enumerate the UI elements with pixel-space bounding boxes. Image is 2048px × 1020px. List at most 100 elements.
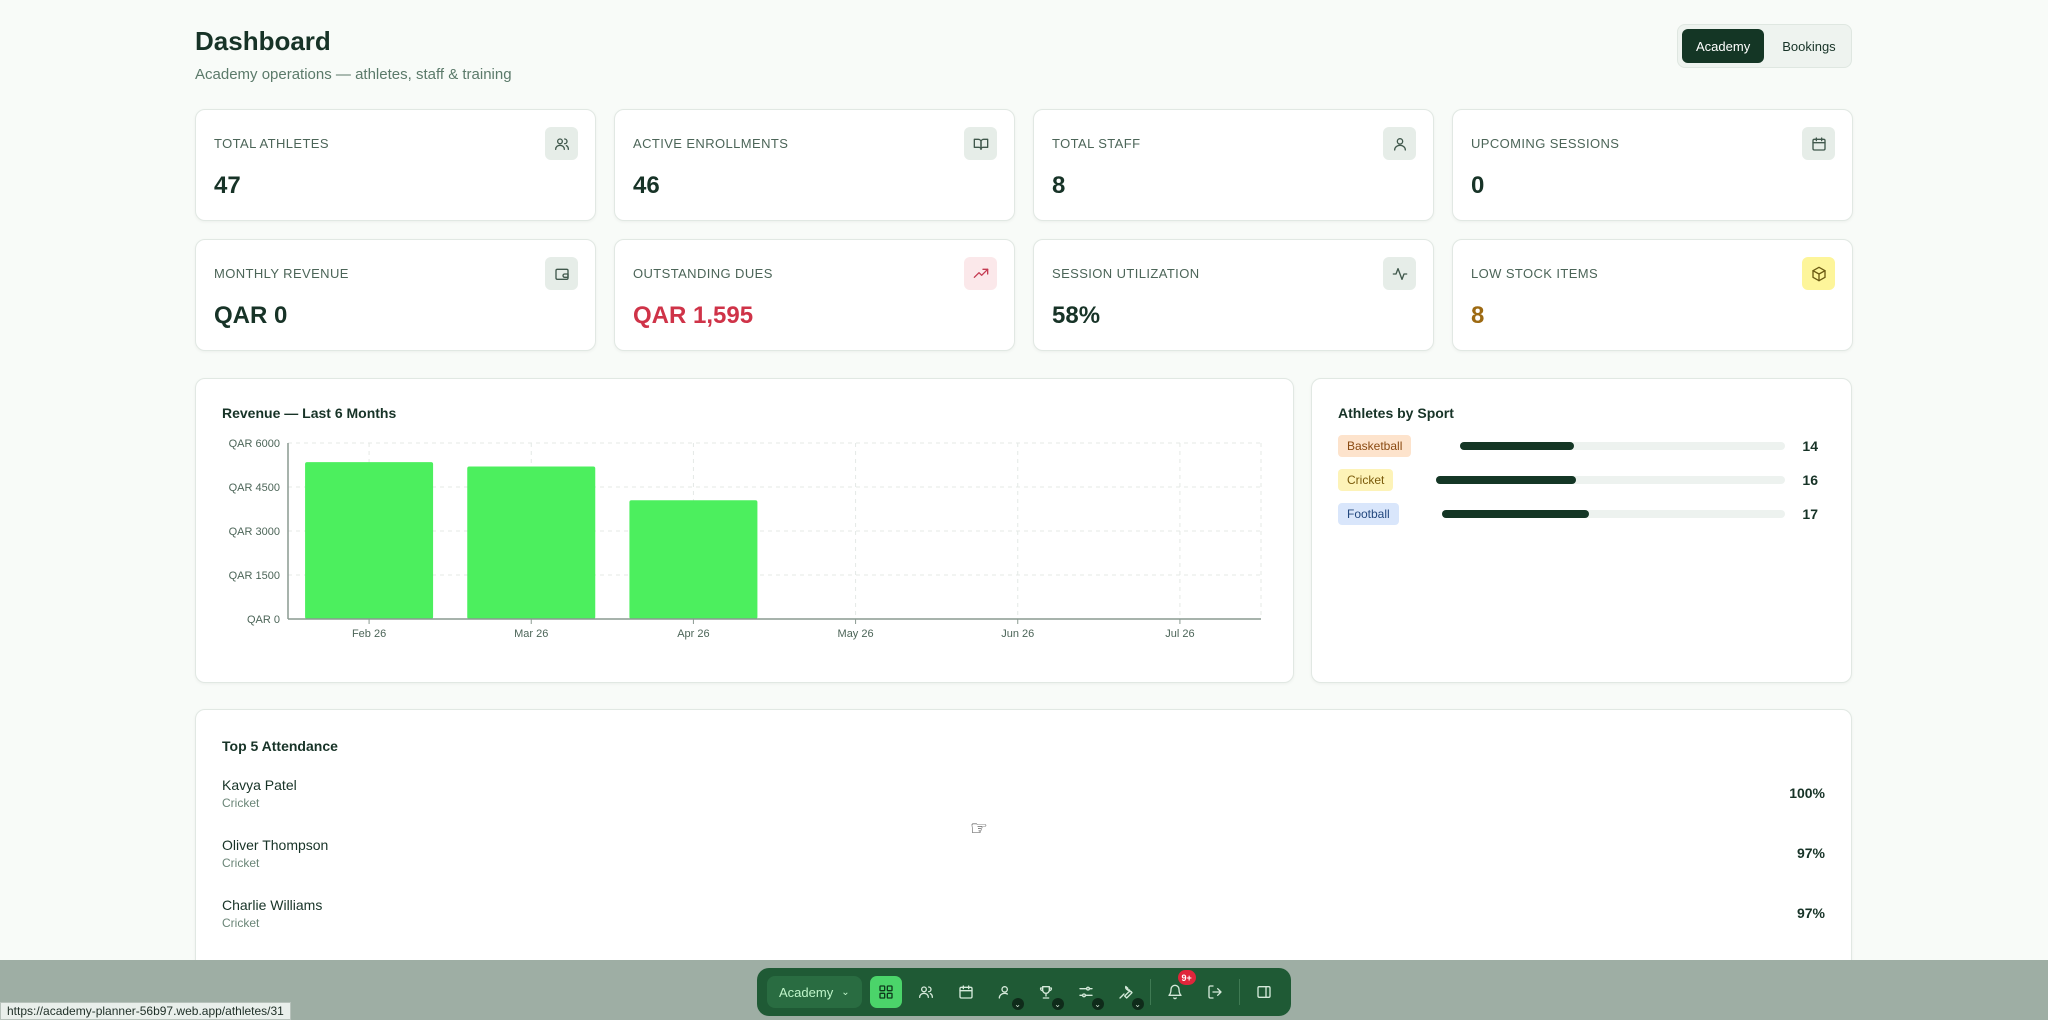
y-tick-label: QAR 6000 — [229, 438, 280, 450]
stat-value: 58% — [1052, 302, 1101, 329]
stat-value: 0 — [1471, 172, 1485, 199]
sport-track — [1460, 442, 1785, 450]
athlete-sport: Cricket — [222, 856, 260, 870]
users-icon — [545, 127, 578, 160]
dock-tools-button[interactable]: ⌄ — [1110, 976, 1144, 1010]
x-tick-label: Feb 26 — [352, 628, 386, 640]
attendance-percent: 97% — [1796, 845, 1825, 861]
stat-label: OUTSTANDING DUES — [633, 266, 773, 281]
sport-bar-fill — [1460, 442, 1574, 450]
stat-value: 46 — [633, 172, 660, 199]
sport-bar-fill — [1436, 476, 1576, 484]
sport-row-football: Football 17 — [1338, 503, 1818, 525]
dock-separator — [1238, 979, 1240, 1005]
stat-label: TOTAL STAFF — [1052, 136, 1141, 151]
attendance-row[interactable]: Kavya Patel Cricket 100% — [222, 777, 1825, 821]
dock-operations-button[interactable]: ⌄ — [1070, 976, 1104, 1010]
stat-label: LOW STOCK ITEMS — [1471, 266, 1599, 281]
dock-separator — [1149, 979, 1151, 1005]
dock-competitions-button[interactable]: ⌄ — [1030, 976, 1064, 1010]
chevron-down-icon: ⌄ — [1011, 998, 1024, 1010]
stat-value: 8 — [1471, 302, 1485, 329]
stat-label: MONTHLY REVENUE — [214, 266, 349, 281]
sport-track — [1442, 510, 1785, 518]
sport-badge: Cricket — [1338, 469, 1394, 491]
chart-bar — [629, 500, 758, 619]
mode-switch: Academy Bookings — [1677, 24, 1852, 68]
stat-value: 47 — [214, 172, 241, 199]
sport-count: 16 — [1802, 472, 1818, 488]
sports-title: Athletes by Sport — [1338, 405, 1454, 421]
chart-bar — [467, 466, 596, 619]
sport-count: 17 — [1802, 506, 1818, 522]
stat-label: TOTAL ATHLETES — [214, 136, 329, 151]
calendar-icon — [1802, 127, 1835, 160]
dock-athletes-button[interactable] — [910, 976, 942, 1008]
attendance-row[interactable]: Charlie Williams Cricket 97% — [222, 897, 1825, 941]
dock-logout-button[interactable] — [1199, 976, 1231, 1008]
stat-card-total-staff: TOTAL STAFF 8 — [1033, 109, 1434, 221]
x-tick-label: Jun 26 — [1001, 628, 1034, 640]
page-title: Dashboard — [195, 26, 331, 56]
mode-academy-button[interactable]: Academy — [1682, 29, 1765, 63]
dock-notifications-button[interactable]: 9+ — [1159, 970, 1196, 1008]
stat-card-active-enrollments: ACTIVE ENROLLMENTS 46 — [614, 109, 1015, 221]
dock-academy-switcher[interactable]: Academy ⌄ — [767, 976, 862, 1008]
sliders-icon — [1078, 986, 1093, 998]
sport-count: 14 — [1802, 438, 1818, 454]
attendance-percent: 97% — [1796, 905, 1825, 921]
wrench-icon — [1118, 985, 1133, 999]
x-tick-label: Jul 26 — [1165, 628, 1194, 640]
stat-value: QAR 0 — [214, 302, 288, 329]
dock-dashboard-button[interactable] — [869, 976, 902, 1008]
stat-card-low-stock-items: LOW STOCK ITEMS 8 — [1452, 239, 1853, 351]
chart-bar — [305, 462, 434, 619]
notification-badge: 9+ — [1177, 970, 1196, 985]
revenue-chart: QAR 0 QAR 1500 QAR 3000 QAR 4500 QAR 6000 Feb… — [229, 438, 1262, 640]
sport-track — [1436, 476, 1785, 484]
attendance-row[interactable]: Oliver Thompson Cricket 97% — [222, 837, 1825, 881]
stat-value: QAR 1,595 — [633, 302, 754, 329]
sidebar-icon — [1256, 986, 1271, 998]
attendance-percent: 100% — [1789, 785, 1825, 801]
sport-bar-fill — [1442, 510, 1590, 518]
athlete-sport: Cricket — [222, 796, 260, 810]
grid-icon — [878, 985, 893, 999]
athlete-name: Oliver Thompson — [222, 837, 329, 853]
stat-label: UPCOMING SESSIONS — [1471, 136, 1620, 151]
mode-bookings-button[interactable]: Bookings — [1768, 29, 1849, 63]
sport-row-cricket: Cricket 16 — [1338, 469, 1818, 491]
chevron-down-icon: ⌄ — [1051, 998, 1064, 1010]
dock-sidebar-toggle-button[interactable] — [1248, 976, 1280, 1008]
dock-academy-label: Academy — [779, 984, 834, 1000]
athlete-name: Charlie Williams — [222, 897, 323, 913]
stat-value: 8 — [1052, 172, 1066, 199]
chevron-down-icon: ⌄ — [1131, 998, 1144, 1010]
stat-card-outstanding-dues: OUTSTANDING DUES QAR 1,595 — [614, 239, 1015, 351]
sport-badge: Football — [1338, 503, 1399, 525]
user-cog-icon — [998, 986, 1008, 999]
chevron-down-icon: ⌄ — [841, 986, 850, 998]
x-tick-label: May 26 — [838, 628, 874, 640]
stat-card-upcoming-sessions: UPCOMING SESSIONS 0 — [1452, 109, 1853, 221]
trophy-icon — [1039, 986, 1052, 999]
bottom-dock: Academy ⌄ ⌄ ⌄ ⌄ ⌄ 9+ — [757, 968, 1291, 1016]
status-url: https://academy-planner-56b97.web.app/at… — [0, 1002, 291, 1020]
sport-row-basketball: Basketball 14 — [1338, 435, 1818, 457]
stat-card-monthly-revenue: MONTHLY REVENUE QAR 0 — [195, 239, 596, 351]
wallet-icon — [545, 257, 578, 290]
x-tick-label: Apr 26 — [677, 628, 709, 640]
dock-calendar-button[interactable] — [950, 976, 982, 1008]
package-icon — [1802, 257, 1835, 290]
dock-staff-button[interactable]: ⌄ — [990, 976, 1024, 1010]
y-tick-label: QAR 3000 — [229, 526, 280, 538]
athlete-sport: Cricket — [222, 916, 260, 930]
trending-up-icon — [964, 257, 997, 290]
attendance-title: Top 5 Attendance — [222, 738, 338, 754]
page-subtitle: Academy operations — athletes, staff & t… — [195, 66, 512, 83]
x-tick-label: Mar 26 — [514, 628, 548, 640]
hand-cursor-icon: ☞ — [970, 818, 988, 840]
logout-icon — [1207, 985, 1222, 999]
revenue-chart-card: Revenue — Last 6 Months QAR 0 QAR 1500 QAR… — [195, 378, 1294, 683]
athlete-name: Kavya Patel — [222, 777, 297, 793]
